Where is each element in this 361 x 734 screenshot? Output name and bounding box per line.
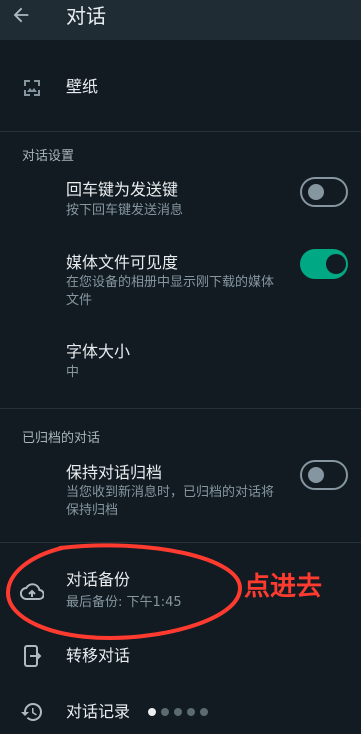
transfer-label: 转移对话	[66, 646, 131, 665]
font-size-value: 中	[66, 365, 80, 380]
page-dot[interactable]	[174, 708, 182, 716]
app-header: 对话	[0, 0, 361, 40]
annotation-text: 点进去	[244, 572, 323, 602]
toggle-knob	[308, 467, 324, 483]
media-visibility-toggle[interactable]	[300, 249, 348, 279]
media-visibility-subtitle: 在您设备的相册中显示刚下载的媒体文件	[66, 275, 275, 308]
toggle-knob	[326, 254, 346, 274]
divider	[0, 131, 361, 132]
keep-archived-title: 保持对话归档	[66, 463, 163, 482]
history-label: 对话记录	[66, 702, 131, 721]
keep-archived-subtitle: 当您收到新消息时，已归档的对话将保持归档	[66, 485, 275, 518]
chat-backup-title: 对话备份	[66, 570, 131, 589]
wallpaper-label: 壁纸	[66, 77, 99, 96]
toggle-knob	[308, 184, 324, 200]
page-dot[interactable]	[187, 708, 195, 716]
divider	[0, 408, 361, 409]
page-dot[interactable]	[161, 708, 169, 716]
keep-archived-toggle[interactable]	[300, 460, 348, 490]
page-dot[interactable]	[148, 708, 156, 716]
back-arrow-icon[interactable]	[10, 4, 32, 26]
page-dot[interactable]	[200, 708, 208, 716]
history-icon	[21, 702, 43, 721]
font-size-title: 字体大小	[66, 342, 131, 361]
wallpaper-icon	[24, 80, 40, 96]
section-title-archived: 已归档的对话	[22, 431, 101, 446]
enter-send-toggle[interactable]	[300, 177, 348, 207]
section-title-chat-settings: 对话设置	[22, 149, 75, 164]
pagination-dots	[148, 708, 208, 716]
cloud-upload-icon	[20, 583, 44, 601]
media-visibility-title: 媒体文件可见度	[66, 253, 179, 272]
enter-send-title: 回车键为发送键	[66, 180, 179, 199]
transfer-phone-icon	[24, 645, 42, 667]
divider	[0, 542, 361, 543]
enter-send-subtitle: 按下回车键发送消息	[66, 203, 184, 218]
page-title: 对话	[66, 4, 106, 28]
